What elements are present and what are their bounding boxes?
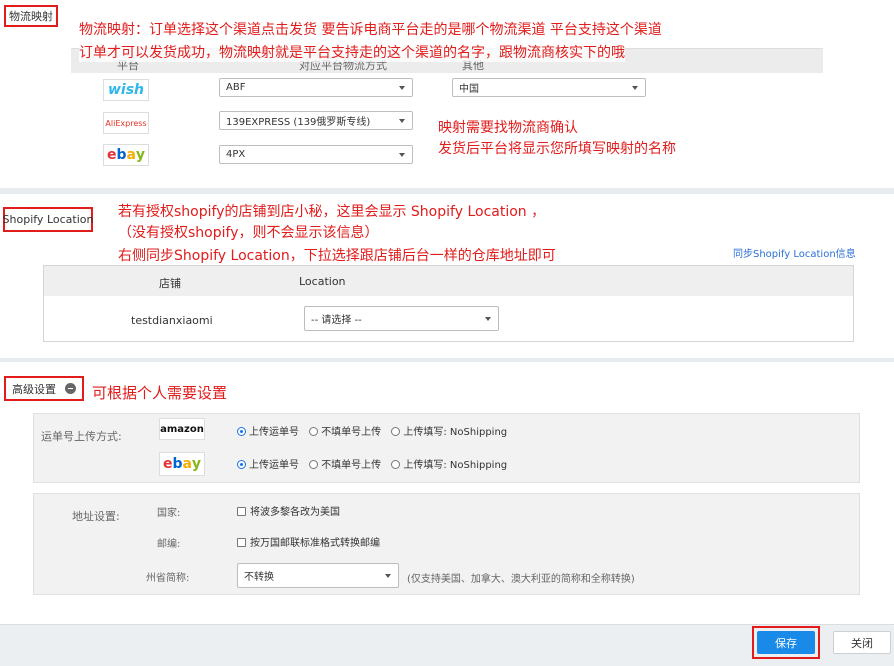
upload-label: 运单号上传方式: [41, 430, 122, 443]
shopify-note-1: 若有授权shopify的店铺到店小秘，这里会显示 Shopify Locatio… [118, 204, 546, 220]
wish-logo: wish [103, 79, 149, 101]
country-label: 国家: [157, 508, 181, 519]
state-hint: (仅支持美国、加拿大、澳大利亚的简称和全称转换) [407, 574, 635, 585]
amazon-upload-options: 上传运单号 不填单号上传 上传填写: NoShipping [237, 423, 507, 438]
upload-settings-box: 运单号上传方式: amazon 上传运单号 不填单号上传 上传填写: NoShi… [33, 413, 860, 483]
advanced-note: 可根据个人需要设置 [92, 384, 228, 402]
address-label: 地址设置: [72, 510, 120, 523]
shopify-section-label: Shopify Location [3, 207, 93, 232]
shopify-panel: Shopify Location 若有授权shopify的店铺到店小秘，这里会显… [0, 194, 894, 358]
shopify-note-2: （没有授权shopify，则不会显示该信息） [118, 225, 379, 241]
country-option[interactable]: 将波多黎各改为美国 [237, 503, 340, 518]
wish-method-select[interactable]: ABF [219, 78, 413, 97]
ebay-logo-upload: ebay [159, 452, 205, 476]
ebay-opt-noupload[interactable]: 不填单号上传 [309, 460, 381, 471]
logistics-panel: 平台 对应平台物流方式 其他 wish ABF 中国 AliExpress 13… [0, 0, 894, 188]
col-store: 店铺 [159, 277, 181, 290]
ebay-method-select[interactable]: 4PX [219, 145, 413, 164]
ebay-opt-upload[interactable]: 上传运单号 [237, 460, 299, 471]
collapse-icon[interactable] [65, 383, 76, 394]
location-select[interactable]: -- 请选择 -- [304, 306, 499, 331]
logistics-section-label: 物流映射 [4, 5, 58, 27]
store-name: testdianxiaomi [131, 314, 213, 327]
close-button[interactable]: 关闭 [833, 631, 891, 654]
shopify-table-header: 店铺 Location [44, 266, 853, 296]
wish-other-select[interactable]: 中国 [452, 78, 646, 97]
ebay-logo: ebay [103, 144, 149, 166]
mapping-note-2: 发货后平台将显示您所填写映射的名称 [438, 141, 676, 157]
advanced-section-label: 高级设置 [4, 376, 84, 401]
col-location: Location [299, 275, 346, 288]
amazon-opt-noupload[interactable]: 不填单号上传 [309, 427, 381, 438]
address-settings-box: 地址设置: 国家: 将波多黎各改为美国 邮编: 按万国邮联标准格式转换邮编 州省… [33, 493, 860, 595]
state-select[interactable]: 不转换 [237, 563, 399, 588]
zip-option[interactable]: 按万国邮联标准格式转换邮编 [237, 534, 380, 549]
ebay-opt-noshipping[interactable]: 上传填写: NoShipping [391, 460, 507, 471]
amazon-opt-noshipping[interactable]: 上传填写: NoShipping [391, 427, 507, 438]
shopify-note-3: 右侧同步Shopify Location，下拉选择跟店铺后台一样的仓库地址即可 [118, 248, 556, 264]
state-label: 州省简称: [146, 573, 190, 584]
aliexpress-method-select[interactable]: 139EXPRESS (139俄罗斯专线) [219, 111, 413, 130]
aliexpress-logo: AliExpress [103, 112, 149, 134]
mapping-note-1: 映射需要找物流商确认 [438, 120, 578, 136]
zip-label: 邮编: [157, 539, 181, 550]
logistics-note-2: 订单才可以发货成功，物流映射就是平台支持走的这个渠道的名字，跟物流商核实下的哦 [79, 42, 625, 62]
amazon-logo: amazon [159, 418, 205, 440]
amazon-opt-upload[interactable]: 上传运单号 [237, 427, 299, 438]
shopify-table: 店铺 Location testdianxiaomi -- 请选择 -- [43, 265, 854, 342]
logistics-note-1: 物流映射：订单选择这个渠道点击发货 要告诉电商平台走的是哪个物流渠道 平台支持这… [79, 22, 662, 38]
sync-shopify-location-link[interactable]: 同步Shopify Location信息 [733, 245, 856, 260]
ebay-upload-options: 上传运单号 不填单号上传 上传填写: NoShipping [237, 456, 507, 471]
advanced-panel: 高级设置 可根据个人需要设置 运单号上传方式: amazon 上传运单号 不填单… [0, 362, 894, 624]
save-button[interactable]: 保存 [757, 631, 815, 654]
